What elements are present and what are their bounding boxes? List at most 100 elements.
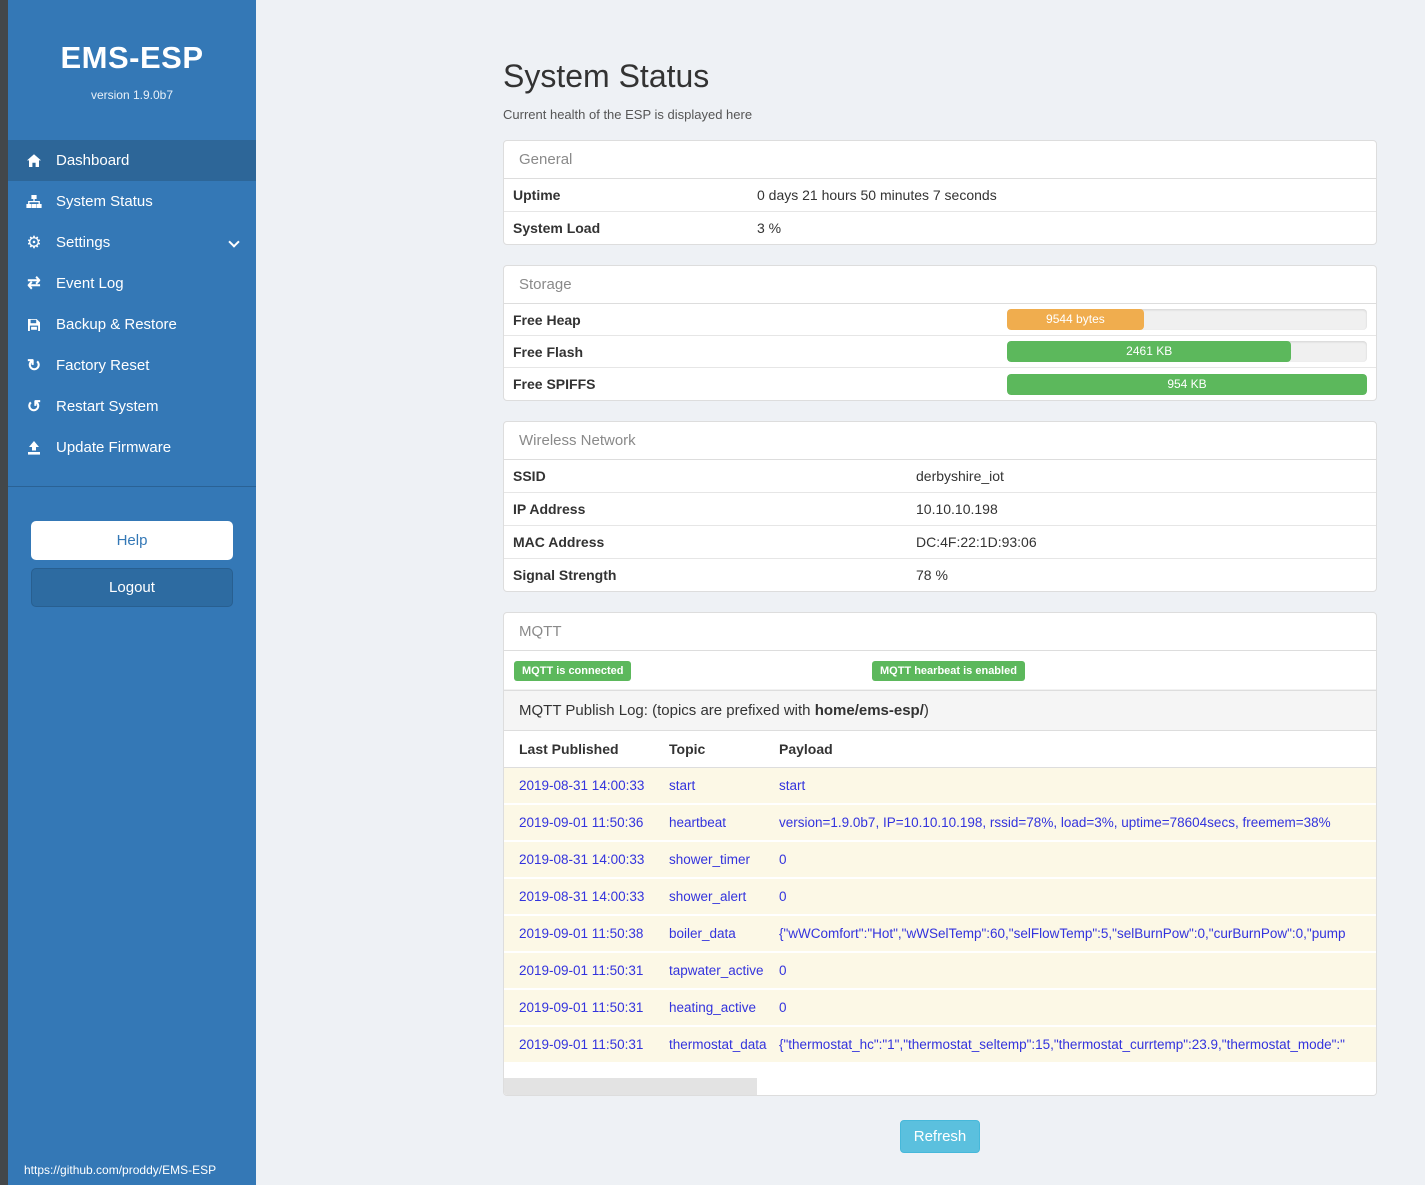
sidebar-buttons: Help Logout [8,487,256,607]
chevron-down-icon [228,236,239,247]
mqtt-log-row: 2019-09-01 11:50:38boiler_data{"wWComfor… [504,916,1376,953]
row-value: 0 days 21 hours 50 minutes 7 seconds [757,187,997,203]
row-label: Free SPIFFS [513,376,595,392]
general-rows: Uptime0 days 21 hours 50 minutes 7 secon… [504,179,1376,244]
mqtt-log-row: 2019-09-01 11:50:31tapwater_active0 [504,953,1376,990]
sidebar-item-system-status[interactable]: System Status [8,181,256,222]
brand: EMS-ESP version 1.9.0b7 [8,0,256,102]
sidebar-item-factory-reset[interactable]: ↻ Factory Reset [8,345,256,386]
progress-bar-track: 954 KB [1007,374,1367,395]
row-value: 78 % [916,567,948,583]
log-payload: 0 [779,852,1376,867]
wireless-rows: SSIDderbyshire_iotIP Address10.10.10.198… [504,460,1376,591]
mqtt-publish-log-title: MQTT Publish Log: (topics are prefixed w… [504,690,1376,731]
row-label: Signal Strength [513,567,916,583]
gear-icon: ⚙ [24,235,44,251]
column-header-topic: Topic [669,741,779,757]
column-header-payload: Payload [779,741,1376,757]
sidebar-item-label: Update Firmware [56,439,171,456]
row-label: IP Address [513,501,916,517]
status-row-uptime: Uptime0 days 21 hours 50 minutes 7 secon… [504,179,1376,212]
sync-icon: ↺ [24,399,44,415]
sidebar: EMS-ESP version 1.9.0b7 Dashboard System … [0,0,256,1185]
log-payload: 0 [779,889,1376,904]
log-topic: thermostat_data [669,1037,779,1052]
log-topic: shower_timer [669,852,779,867]
progress-bar-fill: 9544 bytes [1007,309,1144,330]
row-value: 10.10.10.198 [916,501,998,517]
logout-button[interactable]: Logout [31,568,233,607]
mqtt-table-header: Last Published Topic Payload [504,731,1376,768]
log-payload: 0 [779,963,1376,978]
sidebar-item-label: Event Log [56,275,124,292]
progress-bar-fill: 954 KB [1007,374,1367,395]
sidebar-item-restart-system[interactable]: ↺ Restart System [8,386,256,427]
wireless-panel-heading: Wireless Network [504,422,1376,460]
sitemap-icon [24,194,44,210]
progress-bar-track: 9544 bytes [1007,309,1367,330]
row-label: Uptime [513,187,757,203]
log-topic: shower_alert [669,889,779,904]
page-subtitle: Current health of the ESP is displayed h… [503,107,1377,122]
storage-row-free-heap: Free Heap 9544 bytes [504,304,1376,336]
sidebar-item-backup-restore[interactable]: Backup & Restore [8,304,256,345]
sidebar-item-label: Settings [56,234,110,251]
log-payload: version=1.9.0b7, IP=10.10.10.198, rssid=… [779,815,1376,830]
sidebar-item-label: Restart System [56,398,159,415]
status-row-mac-address: MAC AddressDC:4F:22:1D:93:06 [504,526,1376,559]
sidebar-item-settings[interactable]: ⚙ Settings [8,222,256,263]
log-payload: {"thermostat_hc":"1","thermostat_seltemp… [779,1037,1376,1052]
mqtt-connected-badge: MQTT is connected [514,661,631,681]
sidebar-item-dashboard[interactable]: Dashboard [8,140,256,181]
home-icon [24,153,44,169]
log-last-published: 2019-09-01 11:50:38 [519,926,669,941]
row-value: 3 % [757,220,781,236]
log-last-published: 2019-09-01 11:50:31 [519,963,669,978]
log-last-published: 2019-08-31 14:00:33 [519,889,669,904]
scrollbar-thumb[interactable] [504,1078,757,1095]
publish-log-suffix: ) [924,702,929,719]
row-label: Free Heap [513,312,581,328]
storage-panel-heading: Storage [504,266,1376,304]
storage-panel: Storage Free Heap 9544 bytes Free Flash 246… [503,265,1377,401]
log-topic: heating_active [669,1000,779,1015]
log-payload: 0 [779,1000,1376,1015]
mqtt-log-row: 2019-09-01 11:50:36heartbeatversion=1.9.… [504,805,1376,842]
log-payload: {"wWComfort":"Hot","wWSelTemp":60,"selFl… [779,926,1376,941]
publish-log-topic-prefix: home/ems-esp/ [815,702,924,719]
sidebar-item-label: Backup & Restore [56,316,177,333]
row-label: System Load [513,220,757,236]
sidebar-item-event-log[interactable]: ⇄Event Log [8,263,256,304]
upload-icon [24,440,44,456]
mqtt-panel-heading: MQTT [504,613,1376,651]
sidebar-item-update-firmware[interactable]: Update Firmware [8,427,256,468]
refresh-button[interactable]: Refresh [900,1120,981,1153]
github-link[interactable]: https://github.com/proddy/EMS-ESP [24,1163,216,1177]
sidebar-nav: Dashboard System Status ⚙ Settings ⇄Event Lo… [8,140,256,468]
log-last-published: 2019-08-31 14:00:33 [519,778,669,793]
sidebar-item-label: Dashboard [56,152,129,169]
row-label: Free Flash [513,344,583,360]
help-button[interactable]: Help [31,521,233,560]
log-last-published: 2019-09-01 11:50:31 [519,1037,669,1052]
save-icon [24,317,44,333]
status-row-ip-address: IP Address10.10.10.198 [504,493,1376,526]
mqtt-log-row: 2019-08-31 14:00:33shower_timer0 [504,842,1376,879]
horizontal-scrollbar[interactable] [504,1078,1376,1095]
row-label: MAC Address [513,534,916,550]
sidebar-item-label: Factory Reset [56,357,149,374]
mqtt-log-row: 2019-09-01 11:50:31heating_active0 [504,990,1376,1027]
mqtt-log-row: 2019-08-31 14:00:33startstart [504,768,1376,805]
mqtt-badges-row: MQTT is connected MQTT hearbeat is enabl… [504,651,1376,690]
mqtt-panel: MQTT MQTT is connected MQTT hearbeat is … [503,612,1377,1096]
rotate-icon: ↻ [24,358,44,374]
sidebar-item-label: System Status [56,193,153,210]
page-title: System Status [503,58,1377,95]
storage-rows: Free Heap9544 bytesFree Flash2461 KBFree… [504,304,1376,400]
mqtt-log-row: 2019-09-01 11:50:31thermostat_data{"ther… [504,1027,1376,1064]
progress-bar-track: 2461 KB [1007,341,1367,362]
mqtt-log-table: Last Published Topic Payload 2019-08-31 … [504,731,1376,1064]
general-panel: General Uptime0 days 21 hours 50 minutes… [503,140,1377,245]
storage-row-free-flash: Free Flash 2461 KB [504,336,1376,368]
log-last-published: 2019-09-01 11:50:31 [519,1000,669,1015]
